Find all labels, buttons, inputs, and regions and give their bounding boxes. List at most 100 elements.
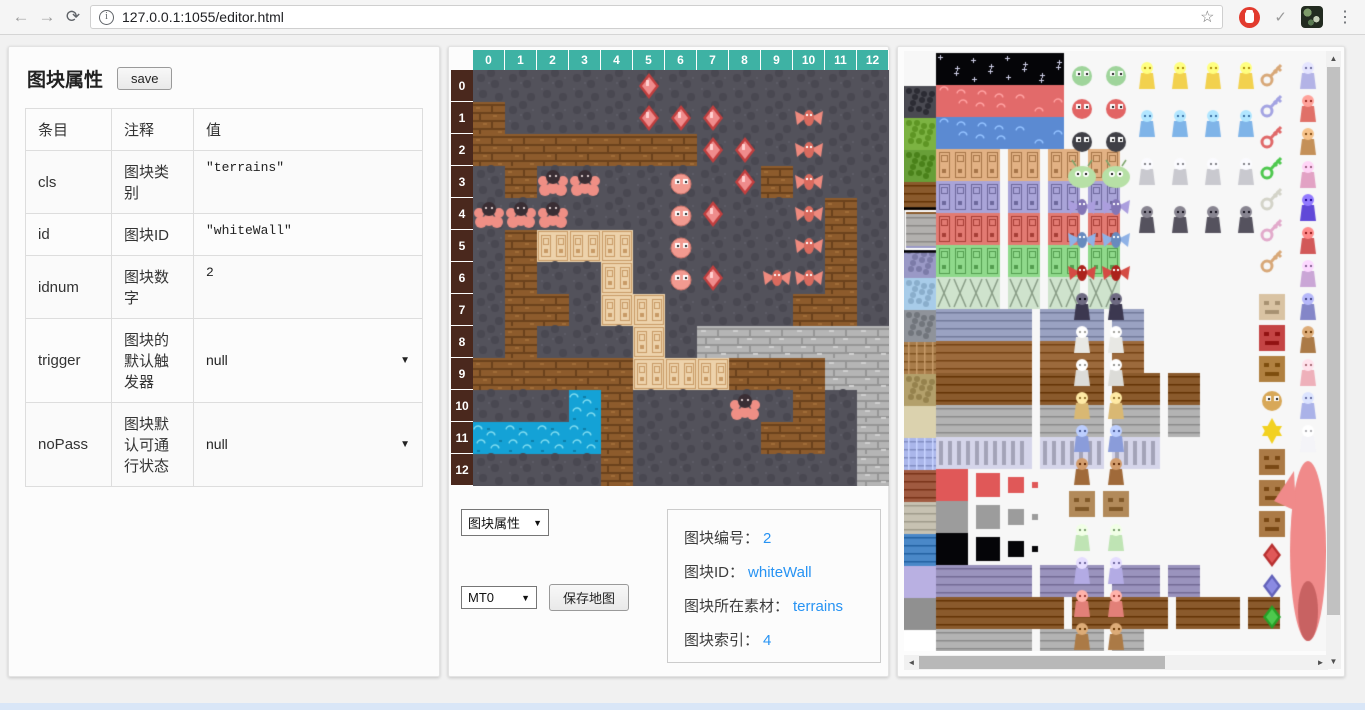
map-col-header-12: 12 (857, 50, 889, 70)
bookmark-star-icon[interactable]: ☆ (1200, 7, 1214, 27)
map-col-header-0: 0 (473, 50, 505, 70)
map-canvas[interactable] (473, 70, 889, 486)
map-row-header-7: 7 (451, 294, 473, 326)
map-col-header-10: 10 (793, 50, 825, 70)
info-row: 图块ID：whiteWall (684, 561, 864, 582)
vertical-scrollbar[interactable]: ▲ ▼ (1326, 51, 1341, 669)
properties-table: 条目 注释 值 cls图块类别"terrains"id图块ID"whiteWal… (25, 108, 423, 487)
info-value[interactable]: whiteWall (748, 564, 812, 581)
map-col-header-11: 11 (825, 50, 857, 70)
map-col-header-8: 8 (729, 50, 761, 70)
save-map-button[interactable]: 保存地图 (549, 584, 629, 611)
info-label: 图块索引： (684, 632, 759, 649)
map-row-header-8: 8 (451, 326, 473, 358)
property-row-idnum: idnum图块数字2 (26, 256, 423, 319)
edit-mode-value: 图块属性 (468, 513, 520, 532)
chevron-down-icon: ▼ (400, 439, 410, 450)
property-select-noPass[interactable]: null ▼ (206, 436, 410, 452)
horizontal-scroll-thumb[interactable] (919, 656, 1165, 669)
property-key: noPass (26, 403, 112, 487)
reload-icon[interactable]: ⟳ (60, 7, 86, 27)
address-bar[interactable]: i 127.0.0.1:1055/editor.html ☆ (90, 5, 1223, 29)
map-panel: 0123456789101112 0123456789101112 图块属性 ▼… (448, 46, 889, 677)
property-key: cls (26, 151, 112, 214)
back-icon[interactable]: ← (8, 7, 34, 27)
map-row-header-11: 11 (451, 422, 473, 454)
map-col-header-3: 3 (569, 50, 601, 70)
map-row-header-5: 5 (451, 230, 473, 262)
floor-select[interactable]: MT0 ▼ (461, 586, 537, 609)
map-row-header-10: 10 (451, 390, 473, 422)
property-comment: 图块类别 (112, 151, 194, 214)
property-key: id (26, 214, 112, 256)
chevron-down-icon: ▼ (533, 518, 542, 528)
scroll-down-icon[interactable]: ▼ (1326, 654, 1341, 669)
property-row-cls: cls图块类别"terrains" (26, 151, 423, 214)
map-row-header-1: 1 (451, 102, 473, 134)
map-row-header-0: 0 (451, 70, 473, 102)
map-row-header-6: 6 (451, 262, 473, 294)
property-key: trigger (26, 319, 112, 403)
editor-page: 图块属性 save 条目 注释 值 cls图块类别"terrains"id图块I… (8, 46, 1365, 677)
tile-info-box: 图块编号：2 图块ID：whiteWall 图块所在素材：terrains 图块索引：… (667, 509, 881, 663)
save-button[interactable]: save (117, 67, 172, 90)
extension-area: ✓ ⋮ (1233, 6, 1357, 28)
palm-shape (1245, 12, 1254, 23)
scroll-up-icon[interactable]: ▲ (1326, 51, 1341, 66)
property-comment: 图块ID (112, 214, 194, 256)
chevron-down-icon: ▼ (521, 593, 530, 603)
map-row-header-12: 12 (451, 454, 473, 486)
tileset-canvas[interactable] (904, 51, 1326, 651)
info-value[interactable]: 2 (763, 530, 771, 547)
info-value[interactable]: terrains (793, 598, 843, 615)
property-row-id: id图块ID"whiteWall" (26, 214, 423, 256)
vertical-scroll-thumb[interactable] (1327, 67, 1340, 615)
chevron-down-icon: ▼ (400, 355, 410, 366)
map-col-header-1: 1 (505, 50, 537, 70)
map-row-header-9: 9 (451, 358, 473, 390)
browser-toolbar: ← → ⟳ i 127.0.0.1:1055/editor.html ☆ ✓ ⋮ (0, 0, 1365, 35)
url-text[interactable]: 127.0.0.1:1055/editor.html (122, 9, 1200, 25)
property-value: "whiteWall" (194, 214, 423, 256)
property-comment: 图块默认可通行状态 (112, 403, 194, 487)
info-label: 图块ID： (684, 564, 744, 581)
floor-value: MT0 (468, 590, 494, 605)
checkmark-extension-icon[interactable]: ✓ (1274, 8, 1287, 26)
map-col-header-2: 2 (537, 50, 569, 70)
col-header-key: 条目 (26, 109, 112, 151)
map-row-header-4: 4 (451, 198, 473, 230)
map-column-headers: 0123456789101112 (473, 50, 889, 70)
adblock-hand-icon[interactable] (1239, 7, 1260, 28)
edit-mode-select[interactable]: 图块属性 ▼ (461, 509, 549, 536)
panel-title: 图块属性 (27, 65, 103, 92)
info-value[interactable]: 4 (763, 632, 771, 649)
info-row: 图块所在素材：terrains (684, 595, 864, 616)
scroll-right-icon[interactable]: ► (1313, 658, 1328, 667)
page-info-icon[interactable]: i (99, 10, 114, 25)
property-key: idnum (26, 256, 112, 319)
map-col-header-4: 4 (601, 50, 633, 70)
profile-avatar[interactable] (1301, 6, 1323, 28)
property-value: "terrains" (194, 151, 423, 214)
info-row: 图块编号：2 (684, 527, 864, 548)
property-select-trigger[interactable]: null▼ (206, 352, 410, 368)
map-col-header-6: 6 (665, 50, 697, 70)
info-label: 图块所在素材： (684, 598, 789, 615)
col-header-comment: 注释 (112, 109, 194, 151)
select-value: null (206, 436, 228, 452)
horizontal-scrollbar[interactable]: ◄ ► (904, 655, 1328, 670)
property-comment: 图块数字 (112, 256, 194, 319)
map-col-header-7: 7 (697, 50, 729, 70)
table-header-row: 条目 注释 值 (26, 109, 423, 151)
tileset-panel: ▲ ▼ ◄ ► (897, 46, 1345, 677)
tile-properties-panel: 图块属性 save 条目 注释 值 cls图块类别"terrains"id图块I… (8, 46, 440, 677)
info-row: 图块索引：4 (684, 629, 864, 650)
browser-menu-icon[interactable]: ⋮ (1337, 7, 1351, 27)
map-col-header-5: 5 (633, 50, 665, 70)
col-header-value: 值 (194, 109, 423, 151)
forward-icon[interactable]: → (34, 7, 60, 27)
map-row-headers: 0123456789101112 (451, 70, 473, 486)
scroll-left-icon[interactable]: ◄ (904, 658, 919, 667)
property-row-trigger: trigger图块的默认触发器null▼ (26, 319, 423, 403)
map-col-header-9: 9 (761, 50, 793, 70)
